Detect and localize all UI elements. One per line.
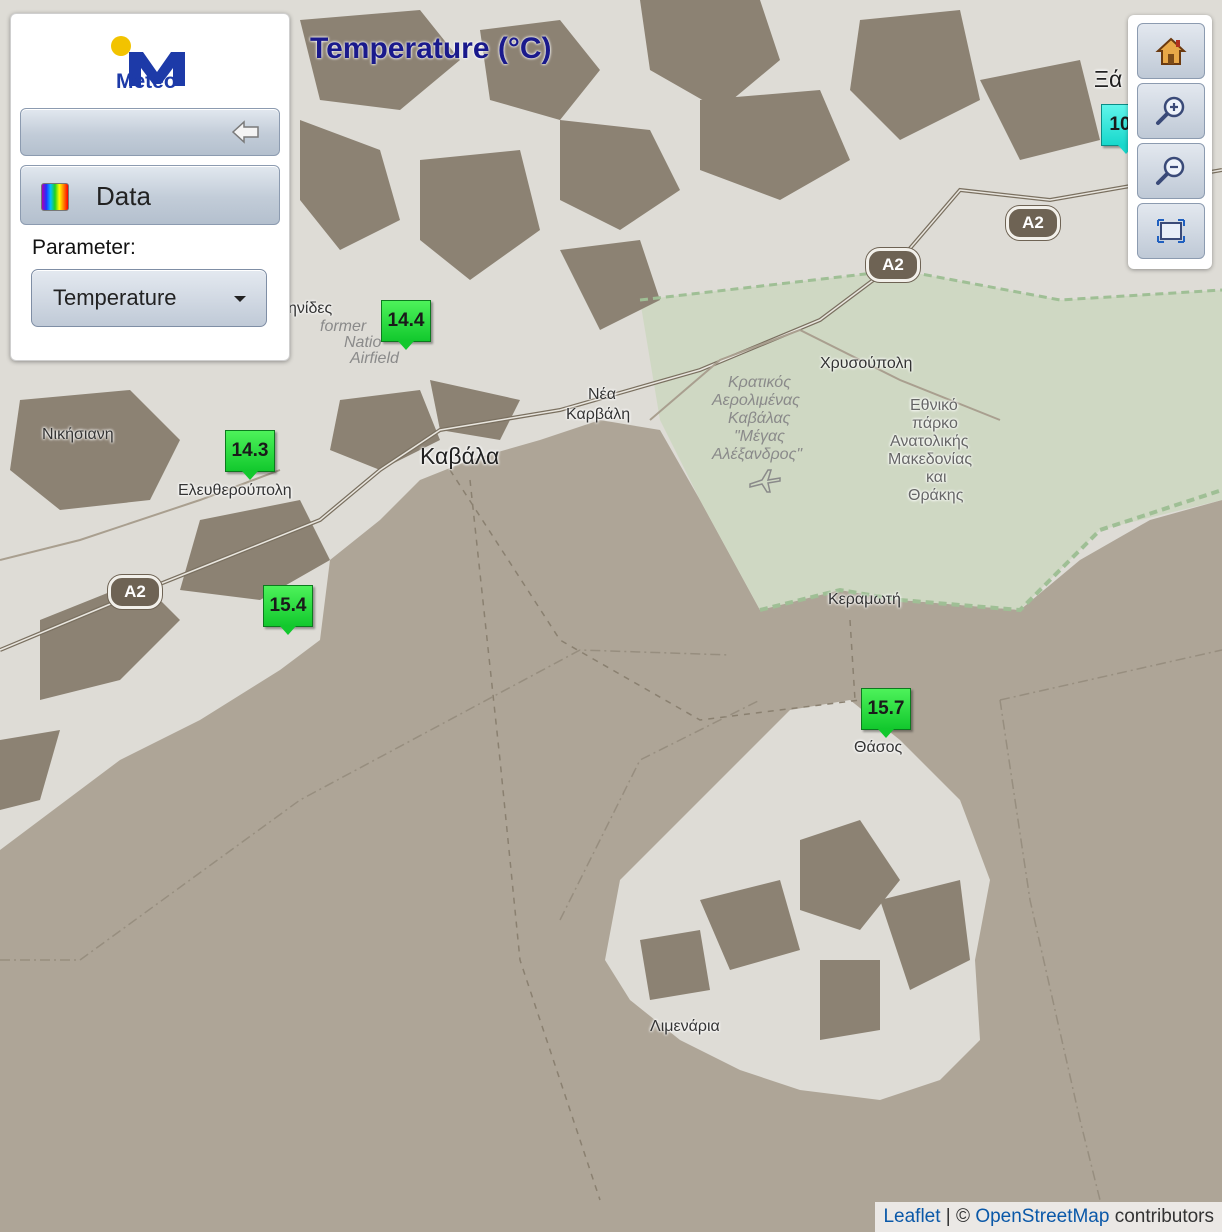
road-shield-a2: A2: [866, 248, 920, 282]
parameter-select[interactable]: Temperature: [31, 269, 267, 327]
map-title: Temperature (°C): [310, 32, 552, 65]
osm-link[interactable]: OpenStreetMap: [975, 1206, 1109, 1227]
map-toolbar: [1128, 15, 1212, 269]
attribution-contributors: contributors: [1109, 1206, 1214, 1227]
parameter-select-value: Temperature: [53, 285, 177, 310]
place-park-5: και: [926, 469, 947, 486]
airport-icon: [749, 469, 781, 493]
place-airport-2: Αερολιμένας: [712, 392, 800, 409]
station-marker[interactable]: 14.3: [225, 430, 275, 480]
road-shield-a2: A2: [1006, 206, 1060, 240]
back-arrow-icon: [231, 120, 259, 144]
data-button[interactable]: Data: [20, 165, 280, 225]
place-chrysoupoli: Χρυσούπολη: [820, 355, 913, 372]
place-park-3: Ανατολικής: [890, 433, 969, 450]
leaflet-link[interactable]: Leaflet: [883, 1206, 940, 1227]
chevron-down-icon: [234, 296, 246, 302]
station-marker[interactable]: 15.4: [263, 585, 313, 635]
station-marker[interactable]: 15.7: [861, 688, 911, 738]
place-airport-1: Κρατικός: [728, 374, 791, 391]
zoom-out-button[interactable]: [1137, 143, 1205, 199]
place-airport-4: "Μέγας: [734, 428, 785, 445]
attribution-separator: | ©: [940, 1206, 976, 1227]
road-shield-a2: A2: [108, 575, 162, 609]
place-airport-3: Καβάλας: [728, 410, 791, 427]
place-keramoti: Κεραμωτή: [828, 591, 901, 608]
zoom-out-icon: [1156, 156, 1185, 185]
fit-extent-button[interactable]: [1137, 203, 1205, 259]
place-park-6: Θράκης: [908, 487, 964, 504]
place-park-2: πάρκο: [912, 415, 958, 432]
control-panel: Meteo Data Parameter: Temperature: [10, 13, 290, 361]
place-nikisiani: Νικήσιανη: [42, 426, 114, 443]
home-icon: [1155, 37, 1187, 65]
place-limenaria: Λιμενάρια: [650, 1018, 720, 1035]
parameter-label: Parameter:: [32, 236, 136, 259]
map-attribution: Leaflet | © OpenStreetMap contributors: [875, 1202, 1222, 1232]
station-marker[interactable]: 14.4: [381, 300, 431, 350]
place-airport-5: Αλέξανδρος": [712, 446, 803, 463]
place-nea-karvali-2: Καρβάλη: [566, 406, 631, 423]
place-park-4: Μακεδονίας: [888, 451, 973, 468]
place-nea-karvali-1: Νέα: [588, 386, 616, 403]
place-park-1: Εθνικό: [910, 397, 958, 414]
place-eleftheroupoli: Ελευθερούπολη: [178, 482, 292, 499]
place-former-3: Airfield: [350, 350, 399, 367]
place-ni-partial: ηνίδες: [288, 300, 333, 317]
logo-text: Meteo: [116, 70, 177, 93]
palette-icon: [41, 183, 69, 211]
place-kavala: Καβάλα: [420, 443, 500, 469]
zoom-in-button[interactable]: [1137, 83, 1205, 139]
place-xanthi-partial: Ξά: [1094, 66, 1123, 92]
back-button[interactable]: [20, 108, 280, 156]
fit-extent-icon: [1157, 219, 1185, 243]
data-button-label: Data: [96, 181, 151, 211]
place-thasos: Θάσος: [854, 739, 903, 756]
zoom-in-icon: [1156, 96, 1185, 125]
home-button[interactable]: [1137, 23, 1205, 79]
